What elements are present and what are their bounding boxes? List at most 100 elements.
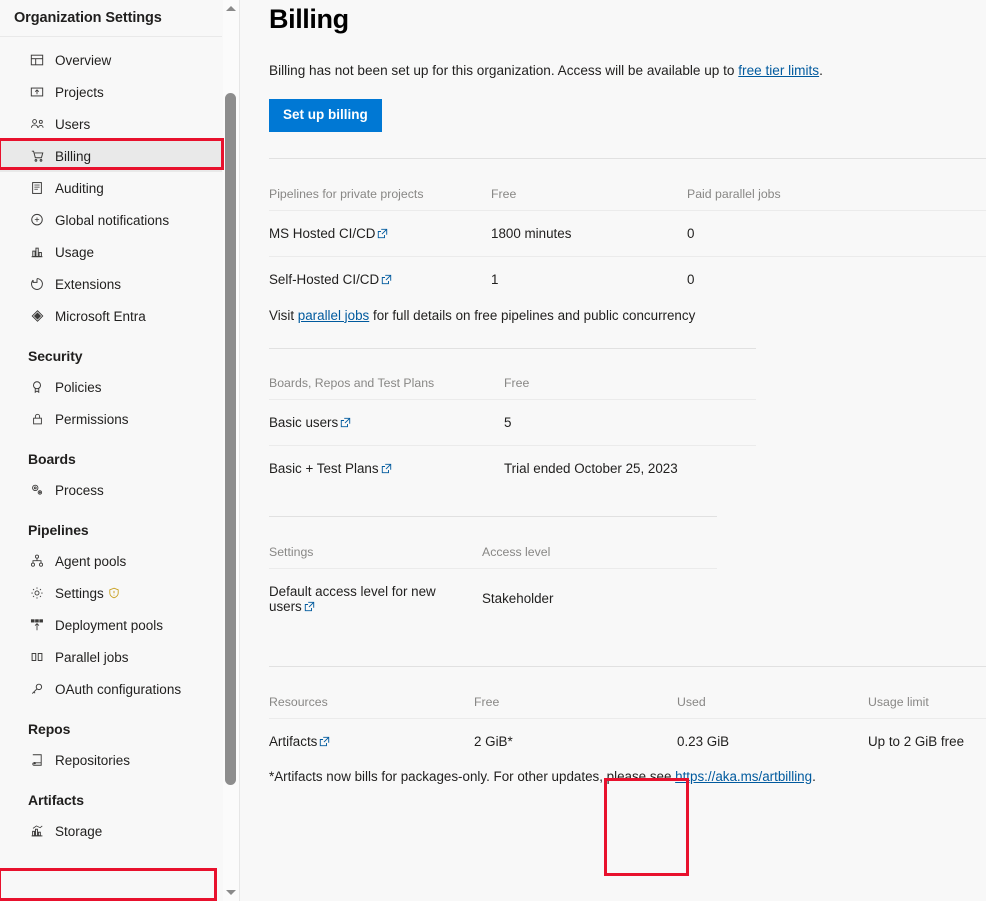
usage-chart-icon <box>28 244 46 260</box>
billing-settings-page: Organization Settings Overview Projects … <box>0 0 986 901</box>
sidebar-item-oauth-configurations[interactable]: OAuth configurations <box>0 673 222 705</box>
external-link-icon <box>381 463 392 474</box>
sidebar-item-usage[interactable]: Usage <box>0 236 222 268</box>
page-title: Billing <box>269 4 349 34</box>
external-link-icon <box>381 274 392 285</box>
ms-hosted-cicd-link[interactable]: MS Hosted CI/CD <box>269 226 388 241</box>
sidebar-item-billing[interactable]: Billing <box>0 140 222 172</box>
set-up-billing-button[interactable]: Set up billing <box>269 99 382 132</box>
notifications-icon <box>28 212 46 228</box>
cell-artifacts-usage-limit: Up to 2 GiB free <box>868 733 965 749</box>
sidebar-item-process[interactable]: Process <box>0 474 222 506</box>
cell-self-hosted-free: 1 <box>491 271 499 287</box>
col-header-boards-repos-testplans: Boards, Repos and Test Plans <box>269 375 504 400</box>
basic-test-plans-link[interactable]: Basic + Test Plans <box>269 461 392 476</box>
oauth-key-icon <box>28 681 46 697</box>
gear-icon <box>28 585 46 601</box>
artifacts-link[interactable]: Artifacts <box>269 734 330 749</box>
scroll-down-arrow-icon[interactable] <box>223 884 239 901</box>
cell-artifacts: Artifacts <box>269 718 474 764</box>
sidebar-item-label: Microsoft Entra <box>55 308 146 324</box>
sidebar-item-label: Projects <box>55 84 104 100</box>
external-link-icon <box>340 417 351 428</box>
col-header-used: Used <box>657 694 868 719</box>
col-header-pipelines: Pipelines for private projects <box>269 186 491 211</box>
parallel-jobs-link[interactable]: parallel jobs <box>298 308 369 323</box>
free-tier-limits-link[interactable]: free tier limits <box>738 63 819 78</box>
sidebar-item-label: Billing <box>55 148 92 164</box>
scroll-up-arrow-icon[interactable] <box>223 0 239 17</box>
sidebar-item-label: Overview <box>55 52 112 68</box>
sidebar-item-extensions[interactable]: Extensions <box>0 268 222 300</box>
sidebar-item-label: OAuth configurations <box>55 681 182 697</box>
agent-pools-icon <box>28 553 46 569</box>
cell-text: Basic + Test Plans <box>269 460 379 476</box>
sidebar-item-parallel-jobs[interactable]: Parallel jobs <box>0 641 222 673</box>
cell-ms-hosted: MS Hosted CI/CD <box>269 210 491 257</box>
sidebar-title: Organization Settings <box>14 10 162 26</box>
cell-self-hosted-paid: 0 <box>687 271 695 287</box>
parallel-jobs-icon <box>28 649 46 665</box>
col-header-access-level: Access level <box>482 544 717 569</box>
cell-text: Self-Hosted CI/CD <box>269 271 380 287</box>
sidebar-item-projects[interactable]: Projects <box>0 76 222 108</box>
cell-default-access-level: Default access level for new users <box>269 568 482 629</box>
footnote-suffix: for full details on free pipelines and p… <box>369 307 696 323</box>
basic-users-link[interactable]: Basic users <box>269 415 351 430</box>
sidebar-item-policies[interactable]: Policies <box>0 371 222 403</box>
sidebar-item-auditing[interactable]: Auditing <box>0 172 222 204</box>
sidebar-item-microsoft-entra[interactable]: Microsoft Entra <box>0 300 222 332</box>
sidebar-group-pipelines: Pipelines <box>28 522 89 538</box>
cell-ms-hosted-paid: 0 <box>687 210 986 257</box>
sidebar-item-label: Users <box>55 116 91 132</box>
sidebar-item-label: Process <box>55 482 104 498</box>
sidebar-item-label: Global notifications <box>55 212 170 228</box>
sidebar-item-label: Policies <box>55 379 102 395</box>
section-divider-4 <box>269 665 986 667</box>
section-divider-2 <box>269 347 756 349</box>
sidebar-item-label: Storage <box>55 823 103 839</box>
auditing-icon <box>28 180 46 196</box>
col-header-paid-parallel-jobs: Paid parallel jobs <box>687 186 986 211</box>
cell-self-hosted: Self-Hosted CI/CD <box>269 256 491 302</box>
overview-icon <box>28 52 46 68</box>
sidebar-item-overview[interactable]: Overview <box>0 44 222 76</box>
sidebar-item-permissions[interactable]: Permissions <box>0 403 222 435</box>
sidebar-item-repositories[interactable]: Repositories <box>0 744 222 776</box>
col-header-settings: Settings <box>269 544 482 569</box>
process-icon <box>28 482 46 498</box>
table-row: MS Hosted CI/CD 1800 minutes 0 <box>269 210 986 257</box>
sidebar-item-global-notifications[interactable]: Global notifications <box>0 204 222 236</box>
used-column-highlight <box>604 778 689 876</box>
sidebar-scrollbar-thumb[interactable] <box>225 93 236 785</box>
billing-cart-icon <box>28 148 46 164</box>
cell-access-level-value: Stakeholder <box>482 591 554 606</box>
settings-table: Settings Access level Default access lev… <box>269 544 717 629</box>
cell-text: MS Hosted CI/CD <box>269 225 376 241</box>
artbilling-link[interactable]: https://aka.ms/artbilling <box>675 769 812 784</box>
users-icon <box>28 116 46 132</box>
sidebar-item-users[interactable]: Users <box>0 108 222 140</box>
cell-text: Basic users <box>269 414 339 430</box>
storage-nav-highlight <box>0 868 217 901</box>
sidebar-item-storage[interactable]: Storage <box>0 815 222 847</box>
footnote-suffix: . <box>812 768 816 784</box>
entra-icon <box>28 308 46 324</box>
sidebar-item-label: Agent pools <box>55 553 127 569</box>
default-access-level-link[interactable]: Default access level for new users <box>269 584 436 614</box>
col-header-free: Free <box>491 186 687 211</box>
sidebar-item-settings[interactable]: Settings <box>0 577 222 609</box>
self-hosted-cicd-link[interactable]: Self-Hosted CI/CD <box>269 272 392 287</box>
sidebar-item-label: Deployment pools <box>55 617 164 633</box>
settings-sidebar: Organization Settings Overview Projects … <box>0 0 240 901</box>
resources-footnote: *Artifacts now bills for packages-only. … <box>269 769 986 784</box>
sidebar-item-label: Auditing <box>55 180 104 196</box>
sidebar-item-deployment-pools[interactable]: Deployment pools <box>0 609 222 641</box>
sidebar-item-agent-pools[interactable]: Agent pools <box>0 545 222 577</box>
external-link-icon <box>319 736 330 747</box>
intro-suffix: . <box>819 63 823 78</box>
cell-basic-users: Basic users <box>269 399 504 446</box>
table-header-row: Settings Access level <box>269 544 717 569</box>
sidebar-group-artifacts: Artifacts <box>28 792 84 808</box>
table-row: Default access level for new users Stake… <box>269 568 717 629</box>
